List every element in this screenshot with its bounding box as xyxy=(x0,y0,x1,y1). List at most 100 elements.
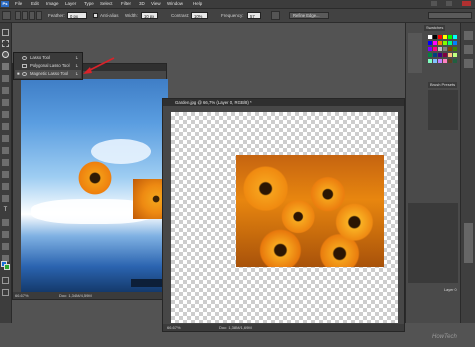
swatch[interactable] xyxy=(438,35,442,39)
menu-file[interactable]: File xyxy=(15,1,22,7)
swatch[interactable] xyxy=(433,41,437,45)
menu-help[interactable]: Help xyxy=(193,1,202,7)
swatch[interactable] xyxy=(428,35,432,39)
swatch[interactable] xyxy=(433,53,437,57)
subtract-selection-icon[interactable] xyxy=(29,11,35,20)
marquee-tool-icon[interactable] xyxy=(2,40,9,47)
menu-type[interactable]: Type xyxy=(84,1,94,7)
background-color-swatch[interactable] xyxy=(4,264,10,270)
add-selection-icon[interactable] xyxy=(22,11,28,20)
panel-collapsed-icons[interactable] xyxy=(408,33,422,73)
frequency-input[interactable]: 57 xyxy=(247,12,261,19)
antialias-checkbox[interactable] xyxy=(93,13,98,18)
clone-stamp-tool-icon[interactable] xyxy=(2,123,9,130)
swatch[interactable] xyxy=(428,41,432,45)
menu-image[interactable]: Image xyxy=(46,1,59,7)
hand-tool-icon[interactable] xyxy=(2,243,9,250)
swatch[interactable] xyxy=(453,41,457,45)
minimize-icon[interactable] xyxy=(431,1,437,6)
document-window-back[interactable]: 66.67% Doc: 1,34M/4,59M xyxy=(12,63,175,300)
flyout-item-lasso[interactable]: Lasso Tool L xyxy=(15,54,81,62)
transparent-canvas[interactable] xyxy=(171,112,398,323)
swatch[interactable] xyxy=(438,59,442,63)
zoom-readout-back: 66.67% xyxy=(15,293,29,298)
menu-view[interactable]: View xyxy=(151,1,161,7)
width-input[interactable]: 10 px xyxy=(141,12,158,19)
swatch[interactable] xyxy=(448,35,452,39)
flower-photo-layer[interactable] xyxy=(236,155,384,267)
tab-swatches[interactable]: Swatches xyxy=(424,25,446,31)
history-brush-tool-icon[interactable] xyxy=(2,135,9,142)
healing-brush-tool-icon[interactable] xyxy=(2,99,9,106)
menu-3d[interactable]: 3D xyxy=(139,1,145,7)
new-selection-icon[interactable] xyxy=(15,11,21,20)
swatch[interactable] xyxy=(453,35,457,39)
swatch[interactable] xyxy=(448,47,452,51)
swatch[interactable] xyxy=(453,59,457,63)
swatch[interactable] xyxy=(453,53,457,57)
adjustments-panel-icon[interactable] xyxy=(464,45,473,54)
contrast-input[interactable]: 10% xyxy=(191,12,208,19)
quick-selection-tool-icon[interactable] xyxy=(2,63,9,70)
path-selection-tool-icon[interactable] xyxy=(2,219,9,226)
tablet-pressure-icon[interactable] xyxy=(271,11,280,20)
quick-mask-icon[interactable] xyxy=(2,277,9,284)
swatch[interactable] xyxy=(438,53,442,57)
swatch[interactable] xyxy=(428,59,432,63)
swatch[interactable] xyxy=(438,41,442,45)
pen-tool-icon[interactable] xyxy=(2,195,9,202)
gradient-tool-icon[interactable] xyxy=(2,159,9,166)
document-tab-front[interactable]: Garden.jpg @ 66,7% (Layer 0, RGB/8) * xyxy=(163,99,404,106)
swatch[interactable] xyxy=(443,59,447,63)
flyout-item-label: Magnetic Lasso Tool xyxy=(30,71,69,76)
lasso-tool-icon[interactable] xyxy=(2,51,9,58)
doc-size-back: Doc: 1,34M/4,59M xyxy=(59,293,92,298)
crop-tool-icon[interactable] xyxy=(2,75,9,82)
swatch[interactable] xyxy=(428,47,432,51)
menu-window[interactable]: Window xyxy=(167,1,183,7)
swatch[interactable] xyxy=(433,47,437,51)
swatch[interactable] xyxy=(433,35,437,39)
feather-input[interactable]: 0 px xyxy=(67,12,87,19)
layers-panel xyxy=(408,203,458,283)
swatch[interactable] xyxy=(453,47,457,51)
document-window-front[interactable]: Garden.jpg @ 66,7% (Layer 0, RGB/8) * 66… xyxy=(162,98,405,332)
swatch[interactable] xyxy=(448,53,452,57)
swatch[interactable] xyxy=(428,53,432,57)
menu-edit[interactable]: Edit xyxy=(31,1,39,7)
swatch[interactable] xyxy=(443,41,447,45)
color-panel-icon[interactable] xyxy=(464,31,473,40)
brush-tool-icon[interactable] xyxy=(2,111,9,118)
move-tool-icon[interactable] xyxy=(2,29,9,36)
swatch[interactable] xyxy=(438,47,442,51)
flyout-item-polygonal-lasso[interactable]: Polygonal Lasso Tool L xyxy=(15,62,81,70)
refine-edge-button[interactable]: Refine Edge... xyxy=(289,12,329,19)
shape-tool-icon[interactable] xyxy=(2,231,9,238)
layers-panel-icon[interactable] xyxy=(464,223,473,263)
type-tool-icon[interactable]: T xyxy=(2,207,9,214)
swatch[interactable] xyxy=(433,59,437,63)
magnetic-lasso-preset-icon[interactable] xyxy=(2,11,11,20)
close-icon[interactable] xyxy=(462,1,471,6)
workspace-select[interactable] xyxy=(428,12,472,19)
blur-tool-icon[interactable] xyxy=(2,171,9,178)
menu-filter[interactable]: Filter xyxy=(121,1,131,7)
eraser-tool-icon[interactable] xyxy=(2,147,9,154)
tab-brush-presets[interactable]: Brush Presets xyxy=(428,82,458,88)
swatch[interactable] xyxy=(448,59,452,63)
menu-layer[interactable]: Layer xyxy=(65,1,76,7)
layer-name[interactable]: Layer 0 xyxy=(444,288,457,292)
brush-presets-list[interactable] xyxy=(428,90,458,130)
screen-mode-icon[interactable] xyxy=(2,289,9,296)
swatch[interactable] xyxy=(448,41,452,45)
flyout-item-magnetic-lasso[interactable]: ■ Magnetic Lasso Tool L xyxy=(15,70,81,78)
swatch[interactable] xyxy=(443,47,447,51)
swatch[interactable] xyxy=(443,53,447,57)
maximize-icon[interactable] xyxy=(446,1,452,6)
styles-panel-icon[interactable] xyxy=(464,59,473,68)
swatch[interactable] xyxy=(443,35,447,39)
intersect-selection-icon[interactable] xyxy=(36,11,42,20)
menu-select[interactable]: Select xyxy=(100,1,113,7)
dodge-tool-icon[interactable] xyxy=(2,183,9,190)
eyedropper-tool-icon[interactable] xyxy=(2,87,9,94)
